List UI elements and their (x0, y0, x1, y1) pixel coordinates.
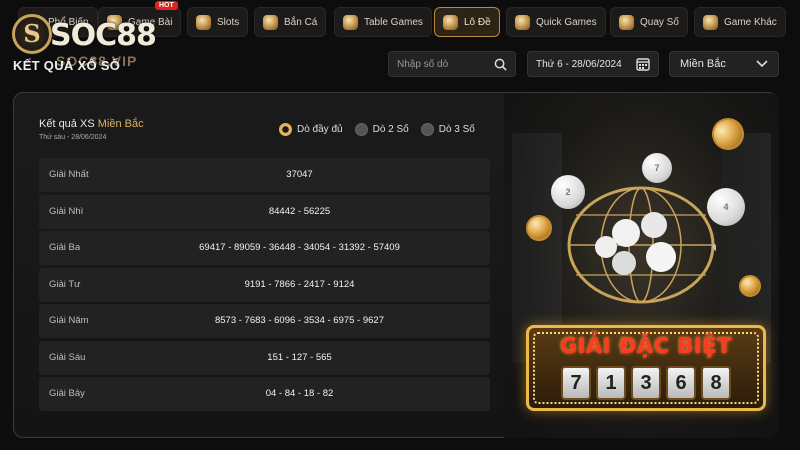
radio-label: Dò 2 Số (372, 124, 409, 135)
special-prize-digits: 7 1 3 6 8 (529, 366, 763, 400)
prize-label: Giải Bảy (49, 388, 85, 399)
prize-digit: 1 (596, 366, 626, 400)
prize-numbers: 8573 - 7683 - 6096 - 3534 - 6975 - 9627 (214, 315, 384, 326)
gold-coin-icon (526, 215, 552, 241)
prize-label: Giải Nhất (49, 169, 89, 180)
prize-label: Giải Nhì (49, 205, 84, 217)
lottery-ball: 7 (642, 153, 672, 183)
nav-item-label: Table Games (364, 16, 423, 28)
prize-digit: 7 (561, 366, 591, 400)
nav-item-slots[interactable]: Slots (187, 7, 249, 37)
radio-label: Dò đầy đủ (297, 124, 343, 135)
search-icon[interactable] (494, 58, 507, 71)
prize-label: Giải Tư (49, 278, 81, 290)
calendar-icon (636, 58, 650, 71)
lottery-cage-icon (567, 186, 716, 304)
quick-game-icon (515, 14, 530, 30)
prize-label: Giải Năm (49, 315, 89, 326)
nav-item-quick-games[interactable]: Quick Games (506, 7, 606, 37)
table-row: Giải Ba 69417 - 89059 - 36448 - 34054 - … (39, 231, 490, 265)
prize-label: Giải Ba (49, 242, 81, 253)
slot-machine-icon (196, 14, 211, 30)
hot-badge: HOT (155, 1, 178, 10)
table-row: Giải Nhì 84442 - 56225 (39, 194, 490, 229)
table-row: Giải Nhất 37047 (39, 158, 490, 192)
page-title: KẾT QUẢ XỔ SỐ (13, 58, 121, 73)
logo-text: SOC88 (50, 18, 157, 53)
results-title-prefix: Kết quả XS (39, 118, 98, 130)
prize-digit: 3 (631, 366, 661, 400)
search-input[interactable] (397, 58, 487, 70)
check-mode-options: Dò đầy đủ Dò 2 Số Dò 3 Số (279, 123, 475, 136)
results-title: Kết quả XS Miền Bắc (39, 118, 144, 130)
prize-numbers: 37047 (286, 169, 313, 180)
prize-label: Giải Sáu (49, 351, 86, 363)
prize-numbers: 151 - 127 - 565 (267, 351, 332, 363)
nav-item-label: Slots (217, 16, 240, 28)
number-search[interactable] (388, 51, 516, 77)
prize-digit: 6 (666, 366, 696, 400)
lottery-illustration: 2 7 4 GIẢI ĐẶC BIỆT 7 1 3 6 8 (504, 93, 779, 438)
lottery-balls-icon (619, 14, 634, 30)
nav-item-label: Quay Số (640, 16, 679, 28)
nav-item-label: Lô Đề (464, 16, 491, 28)
results-panel: Kết quả XS Miền Bắc Thứ sáu - 28/06/2024… (13, 92, 779, 438)
radio-full-check[interactable]: Dò đầy đủ (279, 123, 343, 136)
region-select[interactable]: Miền Bắc (669, 51, 779, 77)
table-row: Giải Tư 9191 - 7866 - 2417 - 9124 (39, 267, 490, 302)
radio-3-digit[interactable]: Dò 3 Số (420, 123, 475, 136)
gold-coin-icon (739, 275, 761, 297)
nav-item-ban-ca[interactable]: Bắn Cá (254, 7, 327, 37)
date-value: Thứ 6 - 28/06/2024 (536, 58, 622, 70)
prize-numbers: 69417 - 89059 - 36448 - 34054 - 31392 - … (199, 242, 400, 253)
gamepad-icon (703, 14, 718, 30)
prize-digit: 8 (701, 366, 731, 400)
nav-item-game-khac[interactable]: Game Khác (694, 7, 786, 37)
nav-item-lo-de[interactable]: Lô Đề (434, 7, 500, 37)
prize-numbers: 84442 - 56225 (268, 205, 331, 217)
prize-numbers: 9191 - 7866 - 2417 - 9124 (244, 278, 355, 290)
logo-emblem: S (12, 14, 52, 54)
date-picker[interactable]: Thứ 6 - 28/06/2024 (527, 51, 659, 77)
radio-label: Dò 3 Số (438, 124, 475, 135)
prize-numbers: 04 - 84 - 18 - 82 (265, 388, 334, 399)
results-table: Giải Nhất 37047 Giải Nhì 84442 - 56225 G… (39, 158, 490, 414)
special-prize-board: GIẢI ĐẶC BIỆT 7 1 3 6 8 (526, 325, 766, 411)
results-title-region: Miền Bắc (97, 118, 144, 130)
radio-unselected-icon (354, 123, 368, 136)
region-value: Miền Bắc (680, 58, 726, 70)
nav-item-label: Quick Games (536, 16, 597, 28)
radio-unselected-icon (420, 123, 434, 136)
table-row: Giải Sáu 151 - 127 - 565 (39, 340, 490, 375)
nav-item-label: Bắn Cá (284, 16, 318, 28)
nav-item-quay-so[interactable]: Quay Số (610, 7, 688, 37)
lottery-icon (443, 14, 458, 30)
table-row: Giải Bảy 04 - 84 - 18 - 82 (39, 377, 490, 411)
table-game-icon (343, 14, 358, 30)
special-prize-title: GIẢI ĐẶC BIỆT (560, 334, 732, 358)
nav-item-table-games[interactable]: Table Games (334, 7, 432, 37)
table-row: Giải Năm 8573 - 7683 - 6096 - 3534 - 697… (39, 304, 490, 338)
radio-selected-icon (279, 123, 292, 136)
chevron-down-icon (756, 60, 768, 68)
results-date: Thứ sáu - 28/06/2024 (39, 134, 107, 141)
nav-item-label: Game Khác (724, 16, 777, 28)
radio-2-digit[interactable]: Dò 2 Số (354, 123, 409, 136)
fish-icon (263, 14, 278, 30)
